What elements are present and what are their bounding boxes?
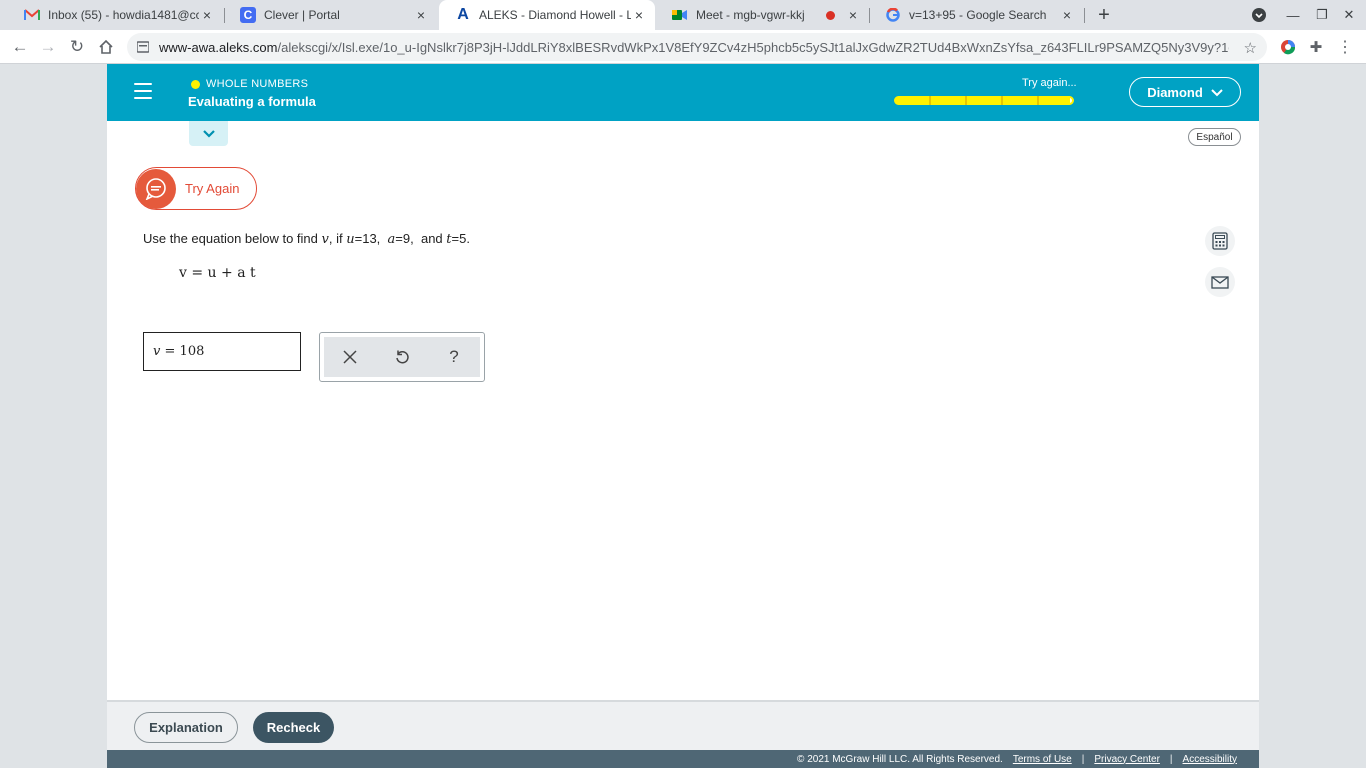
tab-title: Inbox (55) - howdia1481@ccsd <box>48 8 199 22</box>
address-bar[interactable]: www-awa.aleks.com/alekscgi/x/Isl.exe/1o_… <box>127 33 1267 61</box>
clever-icon: C <box>240 7 256 23</box>
url-path: /alekscgi/x/Isl.exe/1o_u-IgNslkr7j8P3jH-… <box>277 39 1229 55</box>
tab-title: v=13+95 - Google Search <box>909 8 1047 22</box>
help-icon[interactable]: ? <box>442 345 466 369</box>
formula: v = u + a t <box>179 265 256 281</box>
tab-search-icon[interactable] <box>1249 5 1269 25</box>
language-toggle-button[interactable]: Español <box>1188 128 1241 146</box>
meet-icon <box>672 7 688 23</box>
close-tab-icon[interactable]: × <box>413 7 429 23</box>
browser-tab-strip: Inbox (55) - howdia1481@ccsd × C Clever … <box>0 0 1366 30</box>
tab-title: ALEKS - Diamond Howell - Learn <box>479 8 631 22</box>
problem-intro: Use the equation below to find <box>143 231 318 246</box>
reload-icon[interactable]: ↻ <box>65 35 89 59</box>
privacy-link[interactable]: Privacy Center <box>1094 754 1160 765</box>
answer-tools-panel: ? <box>319 332 485 382</box>
terms-link[interactable]: Terms of Use <box>1013 754 1072 765</box>
tab-title: Clever | Portal <box>264 8 340 22</box>
gmail-icon <box>24 7 40 23</box>
try-again-feedback[interactable]: Try Again <box>135 167 257 210</box>
clear-icon[interactable] <box>338 345 362 369</box>
tab-google-search[interactable]: v=13+95 - Google Search × <box>869 0 1083 30</box>
chat-bubble-icon <box>136 168 176 209</box>
close-window-icon[interactable]: ✕ <box>1339 5 1359 25</box>
home-icon[interactable] <box>94 35 118 59</box>
copyright-footer: © 2021 McGraw Hill LLC. All Rights Reser… <box>107 750 1259 768</box>
close-tab-icon[interactable]: × <box>199 7 215 23</box>
close-tab-icon[interactable]: × <box>1059 7 1075 23</box>
topic-dot-icon <box>191 79 200 89</box>
problem-statement: Use the equation below to find v, if u=1… <box>143 231 470 247</box>
extensions-puzzle-icon[interactable]: ✚ <box>1307 38 1325 56</box>
tab-divider <box>1084 8 1085 23</box>
topic-category: WHOLE NUMBERS <box>191 78 308 90</box>
explanation-button[interactable]: Explanation <box>134 712 238 743</box>
accessibility-link[interactable]: Accessibility <box>1183 754 1237 765</box>
footer-divider: | <box>1081 753 1085 765</box>
problem-var: u <box>346 232 355 247</box>
forward-arrow-icon[interactable]: → <box>36 35 60 59</box>
recheck-button[interactable]: Recheck <box>253 712 334 743</box>
action-bar: Explanation Recheck <box>107 700 1259 751</box>
calculator-icon[interactable] <box>1205 226 1235 256</box>
restore-icon[interactable]: ❐ <box>1312 5 1332 25</box>
back-arrow-icon[interactable]: ← <box>8 35 32 59</box>
problem-text: and <box>420 231 443 246</box>
close-tab-icon[interactable]: × <box>845 7 861 23</box>
aleks-page: WHOLE NUMBERS Evaluating a formula Try a… <box>107 64 1259 768</box>
tab-aleks[interactable]: A ALEKS - Diamond Howell - Learn × <box>439 0 655 30</box>
problem-var: v <box>321 232 329 247</box>
progress-tick <box>929 96 931 105</box>
problem-text: , if <box>328 231 343 246</box>
new-tab-icon[interactable]: + <box>1094 3 1114 27</box>
topic-label: WHOLE NUMBERS <box>206 78 309 90</box>
progress-bar <box>894 96 1074 105</box>
footer-divider: | <box>1169 753 1173 765</box>
answer-variable: v <box>153 344 161 359</box>
problem-value: =9, <box>395 231 414 246</box>
bookmark-star-icon[interactable]: ☆ <box>1244 39 1257 57</box>
progress-fill <box>896 98 1071 103</box>
undo-icon[interactable] <box>390 345 414 369</box>
site-info-icon[interactable] <box>137 40 151 54</box>
chevron-down-icon <box>1211 85 1223 100</box>
progress-tick <box>965 96 967 105</box>
browser-menu-icon[interactable]: ⋮ <box>1336 38 1354 56</box>
copyright-text: © 2021 McGraw Hill LLC. All Rights Reser… <box>797 753 1003 765</box>
try-again-label: Try Again <box>185 181 240 196</box>
aleks-header: WHOLE NUMBERS Evaluating a formula Try a… <box>107 64 1259 121</box>
answer-value: 108 <box>179 344 205 359</box>
url-host: www-awa.aleks.com <box>159 39 278 55</box>
answer-equals: = <box>164 344 176 359</box>
problem-value: =5. <box>451 231 470 246</box>
chevron-down-icon <box>202 127 215 141</box>
tab-meet[interactable]: Meet - mgb-vgwr-kkj × <box>656 0 869 30</box>
extension-color-icon[interactable] <box>1279 38 1297 56</box>
progress-status: Try again... <box>1022 77 1077 89</box>
progress-tick <box>1001 96 1003 105</box>
mail-icon[interactable] <box>1205 267 1235 297</box>
problem-value: =13, <box>354 231 381 246</box>
close-tab-icon[interactable]: × <box>631 7 647 23</box>
tab-title: Meet - mgb-vgwr-kkj <box>696 8 805 22</box>
recording-icon <box>826 10 835 20</box>
topic-title: Evaluating a formula <box>188 94 316 109</box>
tab-clever[interactable]: C Clever | Portal × <box>224 0 437 30</box>
minimize-icon[interactable]: — <box>1283 5 1303 25</box>
answer-input[interactable]: v = 108 <box>143 332 301 371</box>
aleks-icon: A <box>457 6 469 23</box>
user-menu-button[interactable]: Diamond <box>1129 77 1241 107</box>
browser-toolbar: ← → ↻ www-awa.aleks.com/alekscgi/x/Isl.e… <box>0 30 1366 64</box>
expand-header-button[interactable] <box>189 121 228 146</box>
tab-gmail[interactable]: Inbox (55) - howdia1481@ccsd × <box>8 0 223 30</box>
google-icon <box>885 7 901 23</box>
user-name: Diamond <box>1147 84 1203 100</box>
progress-tick <box>1037 96 1039 105</box>
hamburger-menu-icon[interactable] <box>134 83 152 99</box>
